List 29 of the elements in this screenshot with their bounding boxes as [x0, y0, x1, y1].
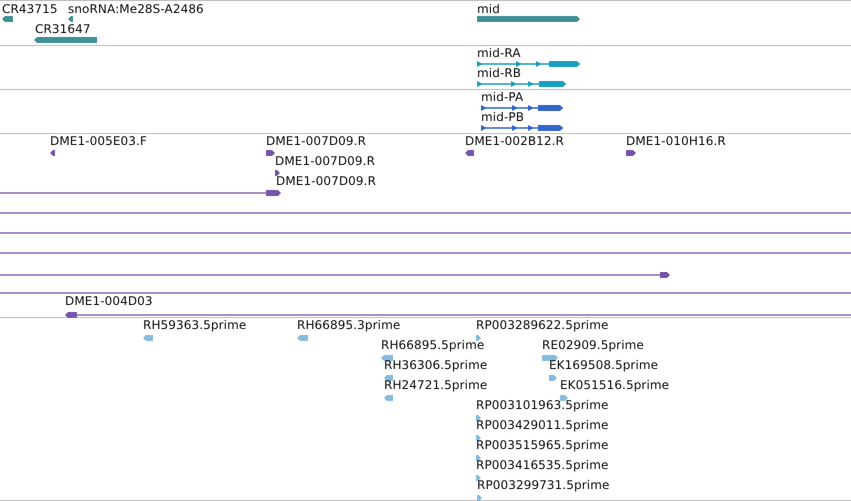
feature-label: snoRNA:Me28S-A2486 — [68, 2, 204, 16]
feature-label: mid — [477, 2, 500, 16]
feature-label: mid-PB — [481, 110, 524, 124]
feature-label: mid-RA — [477, 46, 521, 60]
feature-label: DME1-007D09.R — [276, 174, 376, 188]
feature-label: RP003101963.5prime — [476, 398, 608, 412]
feature-label: DME1-005E03.F — [50, 134, 147, 148]
feature-label: RP003299731.5prime — [477, 478, 610, 492]
feature-label: RP003416535.5prime — [476, 458, 608, 472]
feature-label: RH59363.5prime — [143, 318, 246, 332]
feature-label: RP003289622.5prime — [476, 318, 608, 332]
feature-label: RH36306.5prime — [384, 358, 488, 372]
feature-label: RP003515965.5prime — [476, 438, 608, 452]
feature-label: RH24721.5prime — [384, 378, 488, 392]
feature-label: CR31647 — [35, 22, 91, 36]
feature-label: DME1-007D09.R — [266, 134, 366, 148]
feature-label: RH66895.3prime — [297, 318, 400, 332]
feature-label: EK051516.5prime — [560, 378, 670, 392]
feature-label: RE02909.5prime — [542, 338, 644, 352]
feature-label: CR43715 — [2, 2, 58, 16]
feature-label: mid-RB — [477, 66, 522, 80]
feature-label: EK169508.5prime — [549, 358, 658, 372]
feature-label: DME1-002B12.R — [465, 134, 564, 148]
feature-label: mid-PA — [481, 90, 524, 104]
feature-label: RP003429011.5prime — [476, 418, 608, 432]
feature-label: RH66895.5prime — [381, 338, 484, 352]
feature-label: DME1-010H16.R — [626, 134, 726, 148]
feature-label: DME1-004D03 — [65, 294, 153, 308]
feature-label: DME1-007D09.R — [275, 154, 376, 168]
